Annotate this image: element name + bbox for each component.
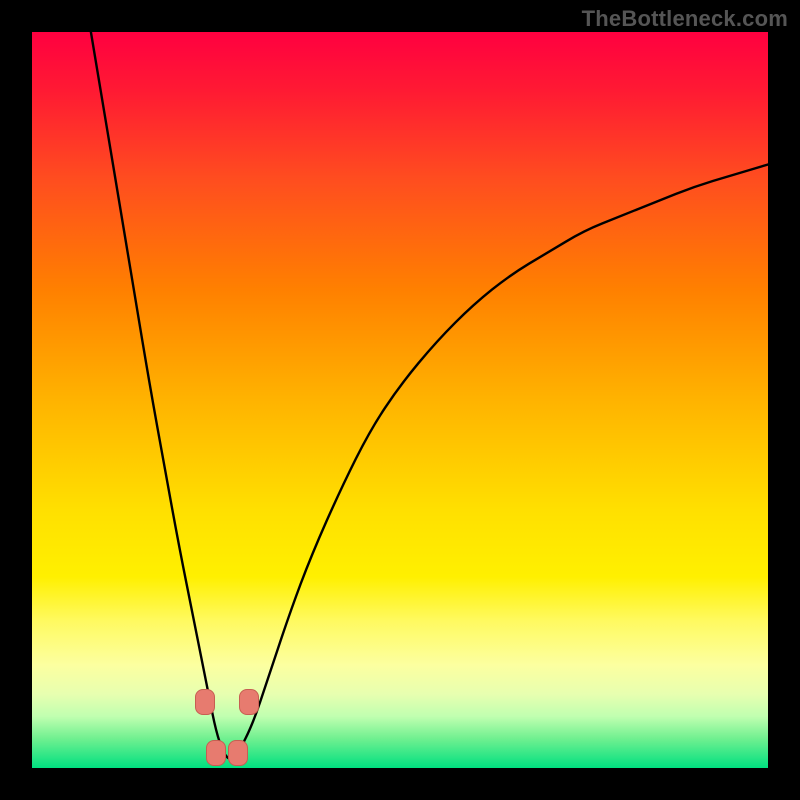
watermark-text: TheBottleneck.com	[582, 6, 788, 32]
curve-svg	[32, 32, 768, 768]
chart-frame: TheBottleneck.com	[0, 0, 800, 800]
marker-right-lower	[228, 740, 248, 766]
marker-left-upper	[195, 689, 215, 715]
bottleneck-curve	[91, 32, 768, 759]
marker-left-lower	[206, 740, 226, 766]
plot-area	[32, 32, 768, 768]
marker-right-upper	[239, 689, 259, 715]
